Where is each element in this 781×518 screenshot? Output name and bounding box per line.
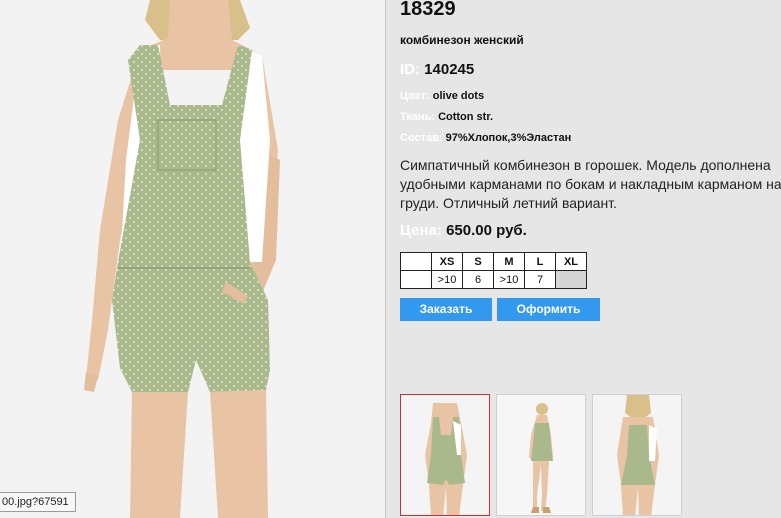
size-header-s[interactable]: S (462, 252, 494, 271)
thumbnail-full[interactable] (496, 394, 586, 516)
composition-value: 97%Хлопок,3%Эластан (445, 132, 572, 144)
color-label: Цвет: (400, 90, 430, 102)
stock-l: 7 (524, 270, 556, 289)
size-stock-row: >10 6 >10 7 (400, 270, 587, 289)
composition-row: Состав: 97%Хлопок,3%Эластан (400, 132, 571, 144)
stock-xs: >10 (431, 270, 463, 289)
product-id-value: 140245 (424, 61, 475, 78)
status-url-tooltip: 00.jpg?67591 (0, 492, 76, 512)
price-label: Цена: (400, 222, 442, 239)
color-value: olive dots (432, 90, 485, 102)
color-row: Цвет: olive dots (400, 90, 484, 102)
price-value: 650.00 руб. (446, 222, 527, 239)
checkout-button[interactable]: Оформить (497, 298, 600, 321)
product-id-row: ID: 140245 (400, 61, 474, 78)
product-description: Симпатичный комбинезон в горошек. Модель… (400, 157, 781, 211)
composition-label: Состав: (400, 132, 443, 144)
thumbnail-back-image (593, 395, 681, 515)
fabric-value: Cotton str. (438, 111, 494, 123)
thumbnail-back[interactable] (592, 394, 682, 516)
order-button[interactable]: Заказать (400, 298, 492, 321)
thumbnail-front-image (401, 395, 489, 515)
fabric-label: Ткань: (400, 111, 435, 123)
product-subtitle: комбинезон женский (400, 33, 524, 47)
pane-divider (385, 0, 386, 518)
model-photo-illustration (0, 0, 385, 518)
stock-m: >10 (493, 270, 525, 289)
thumbnail-full-image (497, 395, 585, 515)
thumbnail-front[interactable] (400, 394, 490, 516)
size-corner-cell (400, 252, 432, 271)
size-header-row: XS S M L XL (400, 252, 587, 271)
product-main-photo[interactable] (0, 0, 385, 518)
product-id-label: ID: (400, 61, 420, 78)
stock-s: 6 (462, 270, 494, 289)
price-row: Цена: 650.00 руб. (400, 222, 527, 239)
fabric-row: Ткань: Cotton str. (400, 111, 493, 123)
size-header-m[interactable]: M (493, 252, 525, 271)
product-article-number: 18329 (400, 0, 456, 20)
size-header-xl[interactable]: XL (555, 252, 587, 271)
stock-corner-cell (400, 270, 432, 289)
stock-xl (555, 270, 587, 289)
size-stock-table: XS S M L XL >10 6 >10 7 (400, 252, 587, 289)
size-header-xs[interactable]: XS (431, 252, 463, 271)
size-header-l[interactable]: L (524, 252, 556, 271)
